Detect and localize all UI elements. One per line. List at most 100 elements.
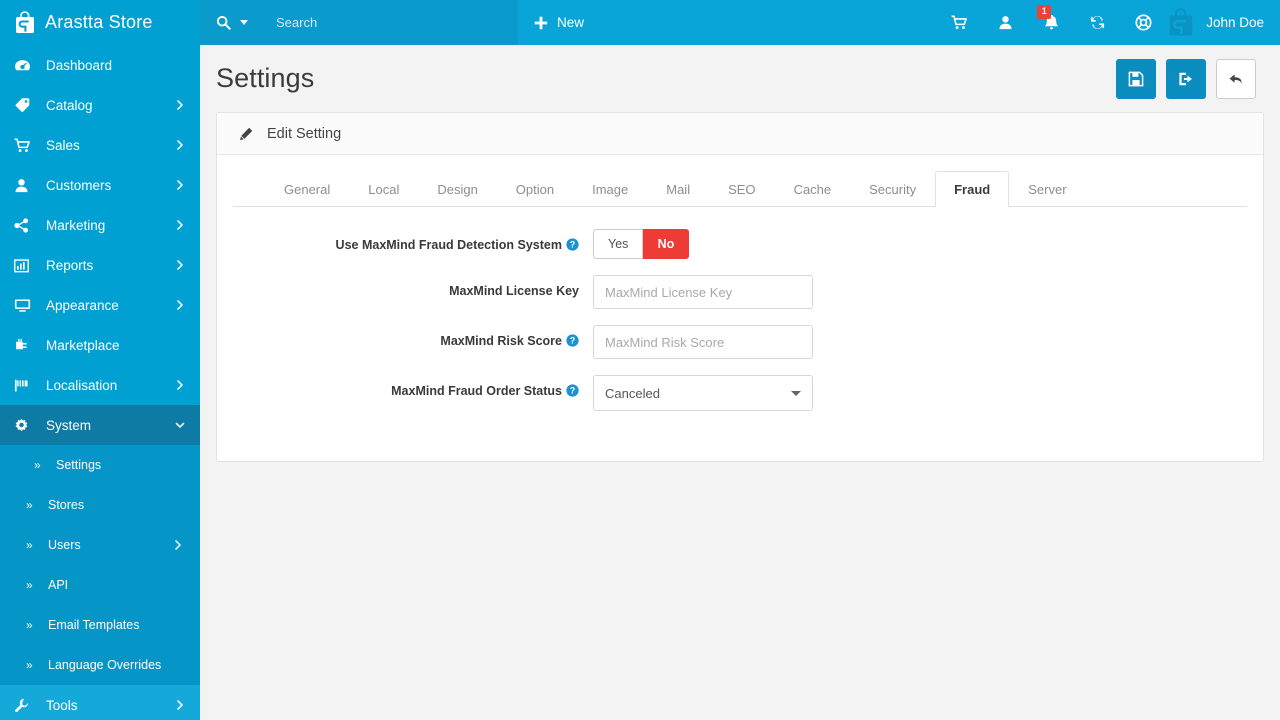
dashboard-gauge-icon bbox=[14, 56, 36, 74]
sidebar-subitem-api[interactable]: » API bbox=[0, 565, 200, 605]
search-input[interactable] bbox=[274, 14, 474, 31]
tab-fraud[interactable]: Fraud bbox=[935, 171, 1010, 207]
field-label-license-key: MaxMind License Key bbox=[233, 275, 593, 300]
sidebar-item-label: System bbox=[46, 417, 92, 433]
license-key-input[interactable] bbox=[593, 275, 813, 309]
sidebar-item-catalog[interactable]: Catalog bbox=[0, 85, 200, 125]
notifications-bell-icon[interactable]: 1 bbox=[1028, 0, 1074, 45]
double-chevron-right-icon: » bbox=[26, 658, 33, 672]
tab-design[interactable]: Design bbox=[418, 171, 496, 207]
sidebar-item-label: Tools bbox=[46, 697, 78, 713]
tab-option[interactable]: Option bbox=[497, 171, 573, 207]
share-nodes-icon bbox=[14, 216, 36, 234]
brand-name: Arastta Store bbox=[45, 12, 153, 32]
sidebar-item-reports[interactable]: Reports bbox=[0, 245, 200, 285]
sidebar-item-marketing[interactable]: Marketing bbox=[0, 205, 200, 245]
gear-icon bbox=[14, 416, 36, 434]
sidebar-item-tools[interactable]: Tools bbox=[0, 685, 200, 720]
search-area[interactable] bbox=[200, 0, 518, 45]
field-label-text: MaxMind Fraud Order Status bbox=[391, 384, 562, 398]
sync-refresh-icon[interactable] bbox=[1074, 0, 1120, 45]
chevron-right-icon bbox=[174, 99, 186, 111]
sidebar-subitem-stores[interactable]: » Stores bbox=[0, 485, 200, 525]
help-circle-icon[interactable]: ? bbox=[566, 384, 579, 397]
field-label-text: MaxMind License Key bbox=[449, 284, 579, 298]
toggle-yes-button[interactable]: Yes bbox=[593, 229, 644, 259]
sidebar-subitem-users[interactable]: » Users bbox=[0, 525, 200, 565]
brand-logo-link[interactable]: Arastta Store bbox=[0, 0, 200, 45]
field-use-maxmind: Use MaxMind Fraud Detection System? Yes … bbox=[233, 229, 1247, 259]
tab-local[interactable]: Local bbox=[349, 171, 418, 207]
toggle-no-button[interactable]: No bbox=[643, 229, 690, 259]
double-chevron-right-icon: » bbox=[26, 498, 33, 512]
sidebar-item-appearance[interactable]: Appearance bbox=[0, 285, 200, 325]
settings-tabs: General Local Design Option Image Mail S… bbox=[233, 155, 1247, 207]
tag-icon bbox=[14, 96, 36, 114]
main-content: Settings Edit Setting General Local Desi… bbox=[200, 45, 1280, 720]
user-icon bbox=[14, 176, 36, 194]
tab-seo[interactable]: SEO bbox=[709, 171, 774, 207]
account-user-icon[interactable] bbox=[982, 0, 1028, 45]
sidebar-item-customers[interactable]: Customers bbox=[0, 165, 200, 205]
page-actions bbox=[1116, 58, 1256, 99]
save-and-exit-button[interactable] bbox=[1166, 58, 1206, 99]
sidebar-subitem-label: API bbox=[48, 578, 69, 592]
sidebar-item-dashboard[interactable]: Dashboard bbox=[0, 45, 200, 85]
sidebar: Arastta Store Dashboard Catalog Sales Cu… bbox=[0, 0, 200, 720]
double-chevron-right-icon: » bbox=[26, 538, 33, 552]
field-label-fraud-order-status: MaxMind Fraud Order Status? bbox=[233, 375, 593, 400]
back-button[interactable] bbox=[1216, 58, 1256, 99]
tab-server[interactable]: Server bbox=[1009, 171, 1085, 207]
sidebar-item-label: Appearance bbox=[46, 297, 119, 313]
chevron-right-icon bbox=[174, 379, 186, 391]
new-button[interactable]: New bbox=[518, 0, 600, 45]
user-name: John Doe bbox=[1206, 15, 1264, 30]
svg-text:?: ? bbox=[570, 336, 575, 346]
tab-image[interactable]: Image bbox=[573, 171, 647, 207]
admin-app: Arastta Store Dashboard Catalog Sales Cu… bbox=[0, 0, 1280, 720]
panel-header: Edit Setting bbox=[217, 113, 1263, 155]
help-life-ring-icon[interactable] bbox=[1120, 0, 1166, 45]
page-header: Settings bbox=[200, 45, 1280, 112]
sidebar-item-localisation[interactable]: Localisation bbox=[0, 365, 200, 405]
chevron-right-icon bbox=[174, 219, 186, 231]
user-menu[interactable]: John Doe bbox=[1166, 0, 1280, 45]
double-chevron-right-icon: » bbox=[26, 578, 33, 592]
tab-mail[interactable]: Mail bbox=[647, 171, 709, 207]
tab-cache[interactable]: Cache bbox=[775, 171, 851, 207]
page-title: Settings bbox=[216, 63, 315, 93]
chevron-right-icon bbox=[172, 539, 184, 551]
svg-text:?: ? bbox=[570, 240, 575, 250]
risk-score-input[interactable] bbox=[593, 325, 813, 359]
field-license-key: MaxMind License Key bbox=[233, 275, 1247, 309]
sidebar-item-system[interactable]: System bbox=[0, 405, 200, 445]
cart-icon[interactable] bbox=[936, 0, 982, 45]
field-control-fraud-order-status: Canceled bbox=[593, 375, 1247, 411]
fraud-order-status-select[interactable]: Canceled bbox=[593, 375, 813, 411]
sidebar-subitem-settings[interactable]: » Settings bbox=[0, 445, 200, 485]
help-circle-icon[interactable]: ? bbox=[566, 238, 579, 251]
sidebar-item-label: Marketing bbox=[46, 217, 106, 233]
tab-general[interactable]: General bbox=[265, 171, 349, 207]
field-label-text: MaxMind Risk Score bbox=[440, 334, 562, 348]
pencil-icon bbox=[239, 127, 253, 141]
save-button[interactable] bbox=[1116, 58, 1156, 99]
field-label-risk-score: MaxMind Risk Score? bbox=[233, 325, 593, 350]
help-circle-icon[interactable]: ? bbox=[566, 334, 579, 347]
sidebar-subitem-email-templates[interactable]: » Email Templates bbox=[0, 605, 200, 645]
search-icon[interactable] bbox=[216, 15, 231, 30]
sidebar-item-sales[interactable]: Sales bbox=[0, 125, 200, 165]
double-chevron-right-icon: » bbox=[26, 618, 33, 632]
search-dropdown-caret-icon[interactable] bbox=[240, 20, 248, 25]
sidebar-item-marketplace[interactable]: Marketplace bbox=[0, 325, 200, 365]
tab-security[interactable]: Security bbox=[850, 171, 935, 207]
arastta-bag-logo-icon bbox=[14, 10, 36, 35]
sidebar-subitem-label: Settings bbox=[56, 458, 102, 472]
sidebar-subitem-language-overrides[interactable]: » Language Overrides bbox=[0, 645, 200, 685]
chevron-right-icon bbox=[174, 179, 186, 191]
chevron-down-icon bbox=[174, 419, 186, 431]
system-submenu: » Settings » Stores » Users » API » Emai… bbox=[0, 445, 200, 685]
sidebar-item-label: Marketplace bbox=[46, 337, 120, 353]
svg-text:?: ? bbox=[570, 386, 575, 396]
plug-icon bbox=[14, 336, 36, 354]
